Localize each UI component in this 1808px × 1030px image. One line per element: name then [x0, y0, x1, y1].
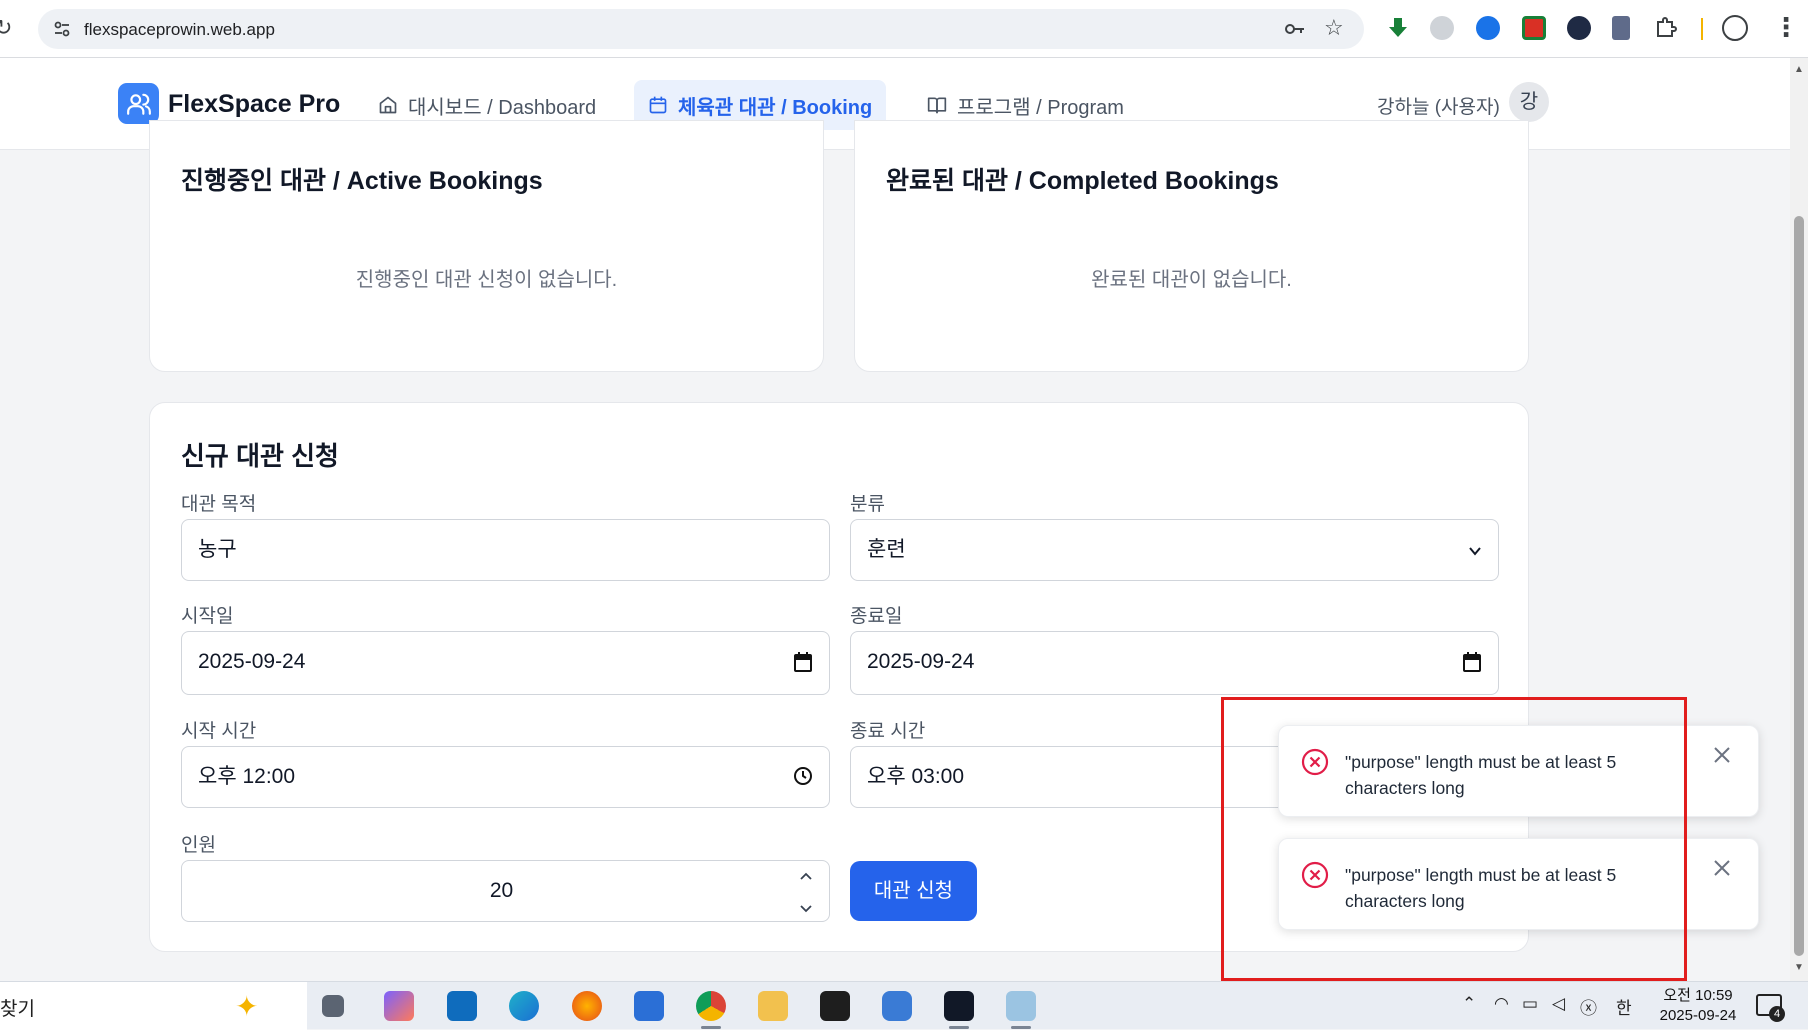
- extension-icon[interactable]: [1612, 16, 1630, 40]
- active-bookings-title: 진행중인 대관 / Active Bookings: [181, 167, 543, 195]
- calendar-icon[interactable]: [1462, 651, 1482, 673]
- completed-bookings-empty-text: 완료된 대관이 없습니다.: [1091, 269, 1292, 291]
- calendar-icon[interactable]: [793, 651, 813, 673]
- edge-icon[interactable]: [509, 991, 539, 1021]
- completed-bookings-card: 완료된 대관 / Completed Bookings 완료된 대관이 없습니다…: [854, 120, 1529, 372]
- stepper-arrows[interactable]: [797, 867, 815, 922]
- page-scrollbar[interactable]: ▲ ▼: [1790, 58, 1808, 981]
- category-label: 분류: [850, 494, 885, 515]
- completed-bookings-title: 완료된 대관 / Completed Bookings: [886, 167, 1279, 195]
- start-date-label: 시작일: [181, 606, 234, 627]
- url-text[interactable]: flexspaceprowin.web.app: [84, 20, 275, 40]
- extensions-puzzle-icon[interactable]: [1654, 15, 1678, 39]
- scroll-down-arrow-icon[interactable]: ▼: [1794, 962, 1804, 973]
- wifi-icon[interactable]: ◠: [1494, 994, 1509, 1014]
- start-time-input[interactable]: 오후 12:00: [181, 746, 830, 808]
- user-name: 강하늘 (사용자): [1377, 97, 1500, 118]
- purpose-input[interactable]: 농구: [181, 519, 830, 581]
- extension-icon[interactable]: [1567, 16, 1591, 40]
- password-key-icon[interactable]: [1284, 19, 1306, 39]
- battery-icon[interactable]: ▭: [1522, 994, 1538, 1014]
- book-icon: [927, 97, 947, 114]
- clock-time: 오전 10:59: [1663, 987, 1733, 1004]
- chevron-up-icon[interactable]: [799, 870, 813, 884]
- headcount-label: 인원: [181, 835, 216, 856]
- active-bookings-empty-text: 진행중인 대관 신청이 없습니다.: [355, 269, 618, 291]
- taskbar-search-label: 찾기: [0, 999, 35, 1020]
- chevron-down-icon[interactable]: [799, 901, 813, 915]
- store-icon[interactable]: [634, 991, 664, 1021]
- clock-icon[interactable]: [793, 766, 813, 786]
- download-extension-icon[interactable]: [1386, 16, 1410, 40]
- profile-icon[interactable]: [1722, 15, 1748, 41]
- calendar-icon: [649, 96, 667, 114]
- ime-indicator[interactable]: 한: [1616, 994, 1632, 1019]
- reload-icon[interactable]: ↻: [0, 16, 12, 41]
- start-time-label: 시작 시간: [181, 721, 257, 742]
- annotation-highlight-box: [1221, 697, 1687, 981]
- tray-overflow-icon[interactable]: ⌃: [1462, 994, 1476, 1014]
- active-bookings-card: 진행중인 대관 / Active Bookings 진행중인 대관 신청이 없습…: [149, 120, 824, 372]
- site-settings-icon[interactable]: [52, 19, 72, 39]
- close-icon[interactable]: [1713, 859, 1731, 877]
- notion-icon[interactable]: [820, 991, 850, 1021]
- notes-app-icon[interactable]: [1006, 991, 1036, 1021]
- address-bar[interactable]: flexspaceprowin.web.app ☆: [38, 9, 1364, 49]
- system-clock[interactable]: 오전 10:59 2025-09-24: [1652, 986, 1744, 1026]
- volume-icon[interactable]: ◁: [1552, 994, 1565, 1014]
- toolbar-divider: [1701, 18, 1703, 40]
- home-icon: [379, 96, 397, 114]
- extension-icon[interactable]: [1430, 16, 1454, 40]
- bookmark-star-icon[interactable]: ☆: [1324, 16, 1344, 41]
- end-time-label: 종료 시간: [850, 721, 926, 742]
- nav-booking-label: 체육관 대관 / Booking: [678, 96, 873, 119]
- chrome-icon[interactable]: [696, 991, 726, 1021]
- end-date-input[interactable]: 2025-09-24: [850, 631, 1499, 695]
- chevron-down-icon: [1469, 547, 1481, 556]
- category-select[interactable]: 훈련: [850, 519, 1499, 581]
- end-time-value: 오후 03:00: [867, 765, 965, 788]
- category-value: 훈련: [867, 538, 906, 561]
- headcount-value: 20: [489, 879, 514, 902]
- headcount-stepper[interactable]: 20: [181, 860, 830, 922]
- form-title: 신규 대관 신청: [181, 441, 339, 471]
- start-date-value: 2025-09-24: [198, 650, 306, 673]
- brand-name[interactable]: FlexSpace Pro: [168, 90, 340, 119]
- start-date-input[interactable]: 2025-09-24: [181, 631, 830, 695]
- browser-menu-icon[interactable]: ⋮: [1773, 12, 1799, 43]
- nav-dashboard-label: 대시보드 / Dashboard: [408, 96, 597, 119]
- close-icon[interactable]: [1713, 746, 1731, 764]
- end-date-label: 종료일: [850, 606, 903, 627]
- copilot-icon[interactable]: [384, 991, 414, 1021]
- scroll-thumb[interactable]: [1794, 216, 1804, 956]
- app-logo[interactable]: [118, 83, 159, 124]
- browser-toolbar: ↻ flexspaceprowin.web.app ☆ ⋮: [0, 0, 1808, 58]
- avatar[interactable]: 강: [1509, 82, 1549, 122]
- terminal-app-icon[interactable]: [944, 991, 974, 1021]
- outlook-icon[interactable]: [447, 991, 477, 1021]
- scroll-up-arrow-icon[interactable]: ▲: [1794, 64, 1804, 75]
- clock-date: 2025-09-24: [1659, 1007, 1737, 1024]
- file-explorer-icon[interactable]: [758, 991, 788, 1021]
- extension-icon[interactable]: [1476, 16, 1500, 40]
- notification-count-badge: 4: [1769, 1006, 1785, 1022]
- sparkle-icon: ✦: [235, 991, 259, 1022]
- status-x-icon[interactable]: ⓧ: [1580, 994, 1597, 1019]
- users-icon: [127, 93, 151, 115]
- taskbar-search[interactable]: 찾기 ✦: [0, 982, 307, 1030]
- task-view-icon[interactable]: [322, 995, 344, 1017]
- purpose-value: 농구: [198, 538, 237, 561]
- end-date-value: 2025-09-24: [867, 650, 975, 673]
- start-time-value: 오후 12:00: [198, 765, 296, 788]
- submit-booking-button[interactable]: 대관 신청: [850, 861, 977, 921]
- utility-app-icon[interactable]: [882, 991, 912, 1021]
- os-taskbar: 찾기 ✦ ⌃ ◠ ▭ ◁ ⓧ 한 오전 10:59 2025-09-24 4: [0, 981, 1808, 1030]
- purpose-label: 대관 목적: [181, 494, 257, 515]
- nav-program-label: 프로그램 / Program: [957, 96, 1124, 119]
- extension-icon[interactable]: [1522, 16, 1546, 40]
- firefox-icon[interactable]: [572, 991, 602, 1021]
